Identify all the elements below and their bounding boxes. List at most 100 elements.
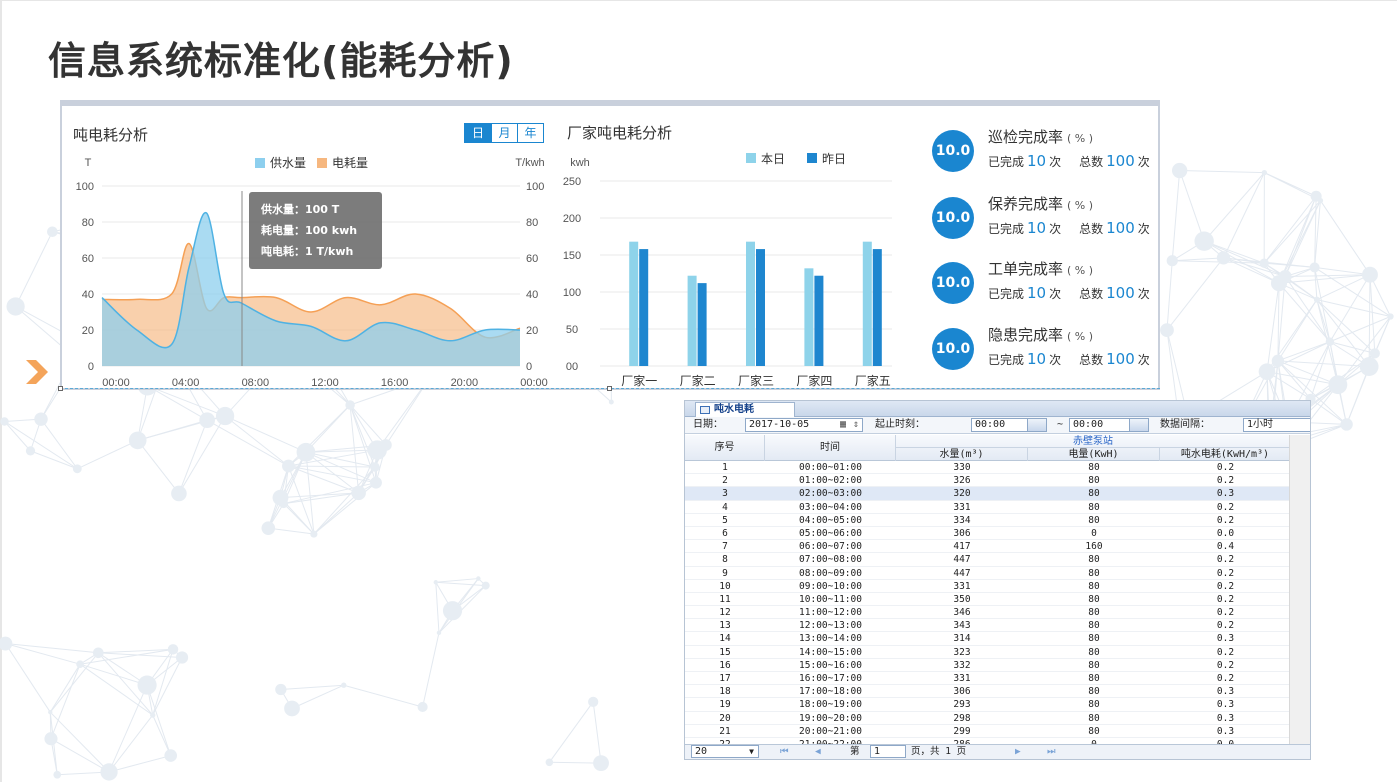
table-row[interactable]: 6 05:00~06:00 306 0 0.0 xyxy=(685,527,1291,541)
metric-title: 隐患完成率( % ) xyxy=(988,326,1094,344)
y-tick-label-right: 80 xyxy=(526,217,538,229)
network-line xyxy=(1314,266,1371,276)
header-time[interactable]: 时间 xyxy=(765,435,896,461)
network-line xyxy=(268,527,314,535)
table-row[interactable]: 3 02:00~03:00 320 80 0.3 xyxy=(685,487,1291,501)
network-dot xyxy=(545,758,554,767)
table-cell: 03:00~04:00 xyxy=(799,501,862,513)
interval-select[interactable]: 1小时 xyxy=(1243,418,1310,432)
filter-toolbar: 日期： 2017-10-05 ▦ ⇕ 起止时刻： 00:00 ~ 00:00 数… xyxy=(685,417,1310,434)
header-ratio[interactable]: 吨水电耗(KwH/m³) xyxy=(1160,448,1291,461)
table-row[interactable]: 12 11:00~12:00 346 80 0.2 xyxy=(685,606,1291,620)
header-power[interactable]: 电量(KwH) xyxy=(1028,448,1160,461)
last-page-icon[interactable]: ⏭ xyxy=(1047,745,1056,759)
table-cell: 18:00~19:00 xyxy=(799,699,862,711)
metric-inspection: 10.0 巡检完成率( % ) 已完成 10 次总数 100 次 xyxy=(932,128,1162,190)
caret-down-icon: ▼ xyxy=(749,747,754,756)
table-cell: 80 xyxy=(1088,462,1100,473)
network-dot xyxy=(167,644,179,655)
y-tick-label: 250 xyxy=(563,176,581,188)
tab-year[interactable]: 年 xyxy=(517,124,543,142)
network-dot xyxy=(436,630,442,636)
table-cell: 0.2 xyxy=(1216,673,1235,684)
header-water[interactable]: 水量(m³) xyxy=(896,448,1028,461)
table-cell: 0.2 xyxy=(1216,501,1235,513)
network-dot xyxy=(1171,162,1188,179)
network-dot xyxy=(275,683,287,696)
network-dot xyxy=(25,446,36,456)
network-dot xyxy=(1309,262,1320,273)
table-row[interactable]: 5 04:00~05:00 334 80 0.2 xyxy=(685,514,1291,527)
table-cell: 12:00~13:00 xyxy=(799,620,862,632)
network-dot xyxy=(34,412,48,426)
table-row[interactable]: 18 17:00~18:00 306 80 0.3 xyxy=(685,685,1291,699)
metric-detail: 已完成 10 次总数 100 次 xyxy=(988,152,1150,170)
table-cell: 16:00~17:00 xyxy=(799,673,862,684)
table-scrollbar[interactable] xyxy=(1289,435,1310,746)
table-row[interactable]: 16 15:00~16:00 332 80 0.2 xyxy=(685,659,1291,672)
table-cell: 0.3 xyxy=(1216,633,1235,645)
network-line xyxy=(1277,299,1318,362)
table-cell: 21 xyxy=(719,725,731,737)
table-row[interactable]: 9 08:00~09:00 447 80 0.2 xyxy=(685,567,1291,580)
network-dot xyxy=(100,763,118,781)
table-row[interactable]: 14 13:00~14:00 314 80 0.3 xyxy=(685,632,1291,646)
table-row[interactable]: 13 12:00~13:00 343 80 0.2 xyxy=(685,619,1291,633)
table-row[interactable]: 17 16:00~17:00 331 80 0.2 xyxy=(685,672,1291,686)
legend-label-power: 电耗量 xyxy=(332,156,368,170)
page-title: 信息系统标准化(能耗分析) xyxy=(48,39,514,83)
bar-yesterday xyxy=(697,283,707,366)
network-line xyxy=(1278,282,1331,343)
table-row[interactable]: 20 19:00~20:00 298 80 0.3 xyxy=(685,712,1291,725)
network-line xyxy=(49,663,81,713)
metric-value-badge: 10.0 xyxy=(932,262,974,304)
table-row[interactable]: 15 14:00~15:00 323 80 0.2 xyxy=(685,646,1291,659)
tab-ton-water-power[interactable]: 吨水电耗 xyxy=(695,402,795,417)
tab-day[interactable]: 日 xyxy=(465,124,491,142)
start-time-dropdown[interactable] xyxy=(1027,418,1047,432)
table-cell: 0.2 xyxy=(1216,554,1235,566)
table-row[interactable]: 21 20:00~21:00 299 80 0.3 xyxy=(685,725,1291,738)
network-line xyxy=(349,404,376,468)
page-input[interactable]: 1 xyxy=(870,745,906,758)
table-cell: 334 xyxy=(953,514,971,526)
resize-handle[interactable] xyxy=(58,386,63,391)
table-row[interactable]: 1 00:00~01:00 330 80 0.2 xyxy=(685,461,1291,475)
table-cell: 332 xyxy=(953,659,971,671)
network-dot xyxy=(593,755,609,772)
end-time-dropdown[interactable] xyxy=(1129,418,1149,432)
network-line xyxy=(1166,260,1173,331)
network-dot xyxy=(433,580,439,585)
table-row[interactable]: 8 07:00~08:00 447 80 0.2 xyxy=(685,553,1291,567)
table-row[interactable]: 19 18:00~19:00 293 80 0.3 xyxy=(685,698,1291,712)
factory-chart: kwh 本日 昨日 00 50 100 150 200 250 厂家一 厂家二 厂家三 厂家四 厂家五 xyxy=(563,152,892,388)
table-cell: 0.2 xyxy=(1216,593,1235,605)
bar-today xyxy=(862,241,872,366)
network-dot xyxy=(72,464,82,474)
resize-handle[interactable] xyxy=(607,386,612,391)
header-seq[interactable]: 序号 xyxy=(685,435,765,461)
table-row[interactable]: 7 06:00~07:00 417 160 0.4 xyxy=(685,540,1291,554)
header-station: 赤壁泵站 xyxy=(896,435,1291,448)
table-row[interactable]: 4 03:00~04:00 331 80 0.2 xyxy=(685,501,1291,514)
prev-page-icon[interactable]: ◀ xyxy=(815,745,821,759)
network-dot xyxy=(1194,231,1214,251)
metric-maintenance: 10.0 保养完成率( % ) 已完成 10 次总数 100 次 xyxy=(932,195,1162,257)
table-cell: 343 xyxy=(953,620,971,632)
next-page-icon[interactable]: ▶ xyxy=(1015,745,1021,759)
spinner-icon[interactable]: ⇕ xyxy=(853,417,859,433)
network-dot xyxy=(215,406,235,426)
table-row[interactable]: 2 01:00~02:00 326 80 0.2 xyxy=(685,474,1291,488)
first-page-icon[interactable]: ⏮ xyxy=(780,745,789,759)
tab-month[interactable]: 月 xyxy=(491,124,517,142)
ton-power-title: 吨电耗分析 xyxy=(73,126,149,144)
table-row[interactable]: 11 10:00~11:00 350 80 0.2 xyxy=(685,593,1291,607)
network-line xyxy=(1171,170,1181,261)
page-size-select[interactable]: 20 ▼ xyxy=(691,745,759,758)
table-row[interactable]: 10 09:00~10:00 331 80 0.2 xyxy=(685,580,1291,593)
table-cell: 326 xyxy=(953,475,971,487)
calendar-icon[interactable]: ▦ xyxy=(840,417,846,433)
table-cell: 80 xyxy=(1088,514,1100,526)
table-cell: 19:00~20:00 xyxy=(799,712,862,724)
network-dot xyxy=(199,412,215,429)
